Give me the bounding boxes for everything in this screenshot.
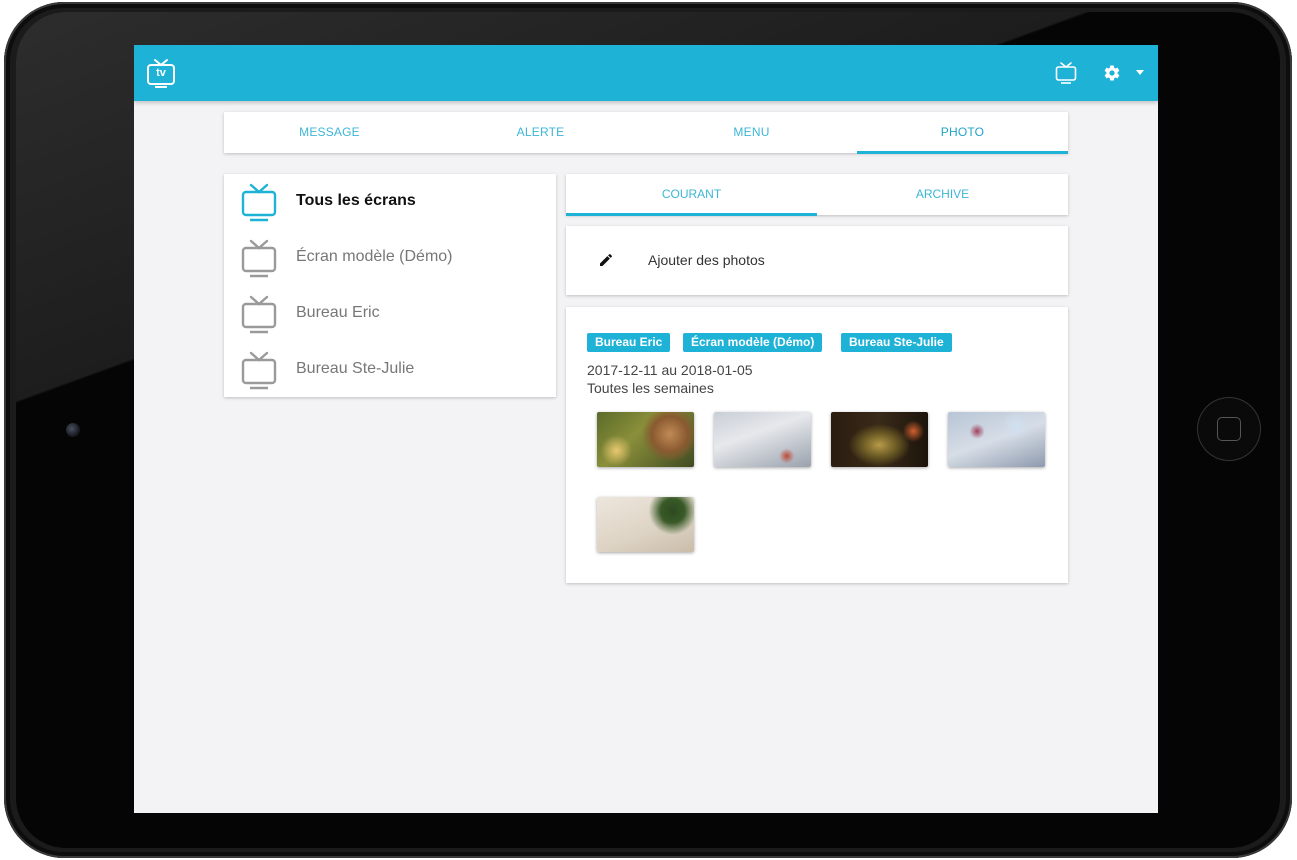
tab-menu[interactable]: MENU <box>646 112 857 153</box>
caret-down-icon[interactable] <box>1136 70 1144 75</box>
gear-icon[interactable] <box>1103 64 1121 82</box>
screen-item-label: Bureau Eric <box>296 304 380 321</box>
screen-tag: Bureau Eric <box>587 333 671 352</box>
tab-photo[interactable]: PHOTO <box>857 112 1068 154</box>
photo-thumbnail[interactable] <box>948 412 1045 467</box>
screen-item-label: Tous les écrans <box>296 192 416 209</box>
screen-tag: Bureau Ste-Julie <box>841 333 952 352</box>
frequency: Toutes les semaines <box>587 380 714 396</box>
tab-message[interactable]: MESSAGE <box>224 112 435 153</box>
app-logo[interactable]: tv <box>146 58 176 88</box>
add-photos-label: Ajouter des photos <box>648 252 765 268</box>
tv-icon <box>241 239 277 278</box>
screen-item-label: Bureau Ste-Julie <box>296 360 415 377</box>
screen-item-bureau-eric[interactable]: Bureau Eric <box>224 286 556 342</box>
home-button <box>1197 397 1261 461</box>
screen-item-bureau-ste-julie[interactable]: Bureau Ste-Julie <box>224 342 556 398</box>
logo-text: tv <box>156 67 166 79</box>
tab-courant[interactable]: COURANT <box>566 174 817 216</box>
screen-item-label: Écran modèle (Démo) <box>296 248 453 265</box>
date-range: 2017-12-11 au 2018-01-05 <box>587 362 753 378</box>
photo-entry-card[interactable]: Bureau Eric Écran modèle (Démo) Bureau S… <box>566 307 1068 583</box>
top-bar: tv <box>134 45 1158 101</box>
main-tabs: MESSAGE ALERTE MENU PHOTO <box>224 112 1068 154</box>
screen-item-all[interactable]: Tous les écrans <box>224 174 556 230</box>
camera-icon <box>66 423 80 437</box>
tv-icon <box>241 295 277 334</box>
tv-icon[interactable] <box>1055 62 1077 84</box>
screen-list: Tous les écrans Écran modèle (Démo) Bure… <box>224 174 556 397</box>
app-screen: tv MESSAGE ALERTE MENU PHOTO Tous les éc… <box>134 45 1158 813</box>
photo-thumbnail[interactable] <box>597 412 694 467</box>
tab-archive[interactable]: ARCHIVE <box>817 174 1068 215</box>
screen-tag: Écran modèle (Démo) <box>683 333 823 352</box>
photo-thumbnail[interactable] <box>831 412 928 467</box>
tv-icon <box>241 351 277 390</box>
home-square-icon <box>1217 417 1241 441</box>
screen-item-demo[interactable]: Écran modèle (Démo) <box>224 230 556 286</box>
photo-thumbnail[interactable] <box>597 497 694 552</box>
sub-tabs: COURANT ARCHIVE <box>566 174 1068 216</box>
add-photos-card[interactable]: Ajouter des photos <box>566 226 1068 295</box>
photo-thumbnail[interactable] <box>714 412 811 467</box>
pencil-icon <box>600 253 613 266</box>
tab-alerte[interactable]: ALERTE <box>435 112 646 153</box>
tv-icon <box>241 183 277 222</box>
